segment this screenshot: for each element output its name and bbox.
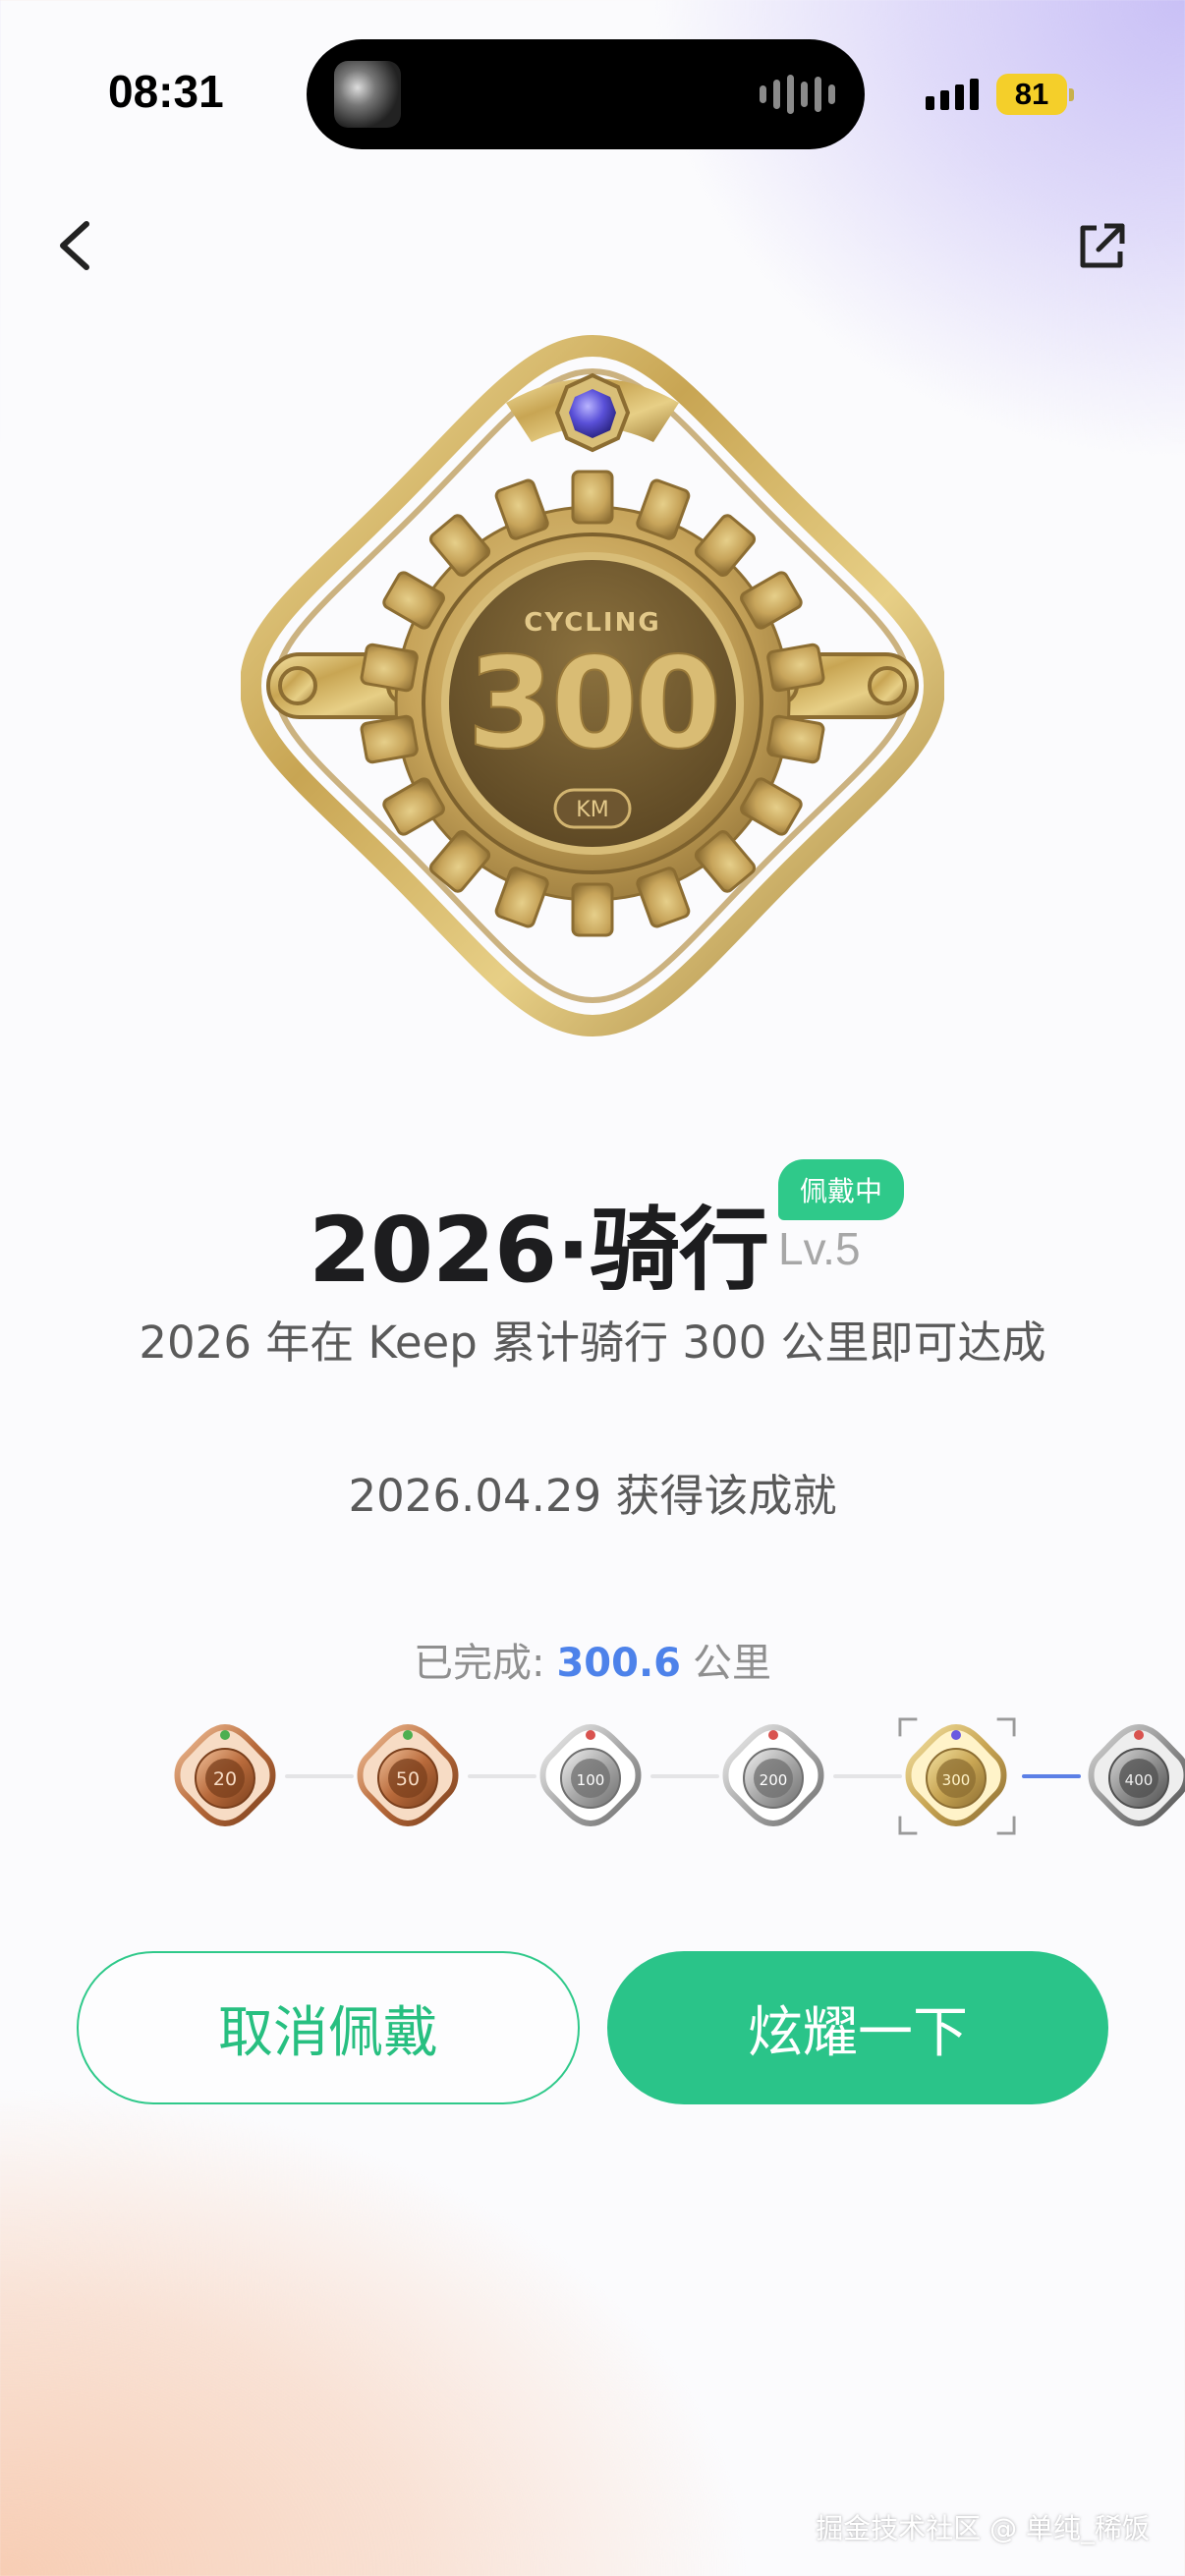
battery-icon: 81 (996, 74, 1067, 115)
obtained-date: 2026.04.29 获得该成就 (348, 1470, 837, 1522)
status-time: 08:31 (108, 66, 224, 117)
level-medal-value: 20 (213, 1768, 237, 1790)
badge-number: 300 (467, 631, 717, 777)
wearing-status-badge: 佩戴中 (778, 1159, 904, 1220)
cycling-medal-graphic: CYCLING 300 KM (239, 334, 946, 1037)
achievement-level: Lv.5 (778, 1223, 861, 1274)
external-share-icon (1080, 223, 1125, 268)
achievement-title: 2026·骑行 (309, 1198, 769, 1303)
level-medal-value: 400 (1125, 1771, 1154, 1789)
achievement-badge: CYCLING 300 KM (239, 334, 946, 1037)
level-medal-value: 200 (760, 1771, 788, 1789)
level-connector (650, 1774, 719, 1778)
audio-waveform-icon (760, 75, 835, 114)
level-connector-active (1022, 1774, 1081, 1778)
now-playing-artwork (334, 61, 401, 128)
level-connector (468, 1774, 536, 1778)
level-medal-100[interactable]: 100 (536, 1721, 645, 1829)
dynamic-island[interactable] (307, 39, 865, 149)
progress-value: 300.6 (556, 1641, 681, 1686)
cancel-wear-button[interactable]: 取消佩戴 (77, 1951, 580, 2104)
battery-level: 81 (1014, 77, 1049, 111)
selected-level-frame (898, 1717, 1016, 1835)
level-connector (285, 1774, 354, 1778)
progress-label: 已完成: (413, 1641, 545, 1686)
achievement-title-row: 2026·骑行 佩戴中 Lv.5 (0, 1159, 1185, 1303)
level-medal-50[interactable]: 50 (354, 1721, 462, 1829)
level-connector (833, 1774, 902, 1778)
progress-unit: 公里 (693, 1641, 771, 1686)
back-button[interactable] (49, 216, 108, 275)
show-off-button[interactable]: 炫耀一下 (607, 1951, 1108, 2104)
progress-summary: 已完成: 300.6 公里 (0, 1631, 1185, 1688)
level-medal-20[interactable]: 20 (171, 1721, 279, 1829)
chevron-left-icon (60, 221, 89, 270)
share-button[interactable] (1075, 220, 1128, 273)
level-medal-200[interactable]: 200 (719, 1721, 827, 1829)
level-medal-400[interactable]: 400 (1085, 1721, 1185, 1829)
battery-cap (1069, 88, 1074, 101)
level-medal-value: 50 (396, 1768, 420, 1790)
watermark: 掘金技术社区 @ 单纯_稀饭 (816, 2512, 1150, 2545)
level-medal-value: 100 (577, 1771, 605, 1789)
badge-unit: KM (576, 798, 608, 822)
cellular-signal-icon (926, 79, 979, 110)
achievement-description: 2026 年在 Keep 累计骑行 300 公里即可达成 (139, 1316, 1046, 1369)
